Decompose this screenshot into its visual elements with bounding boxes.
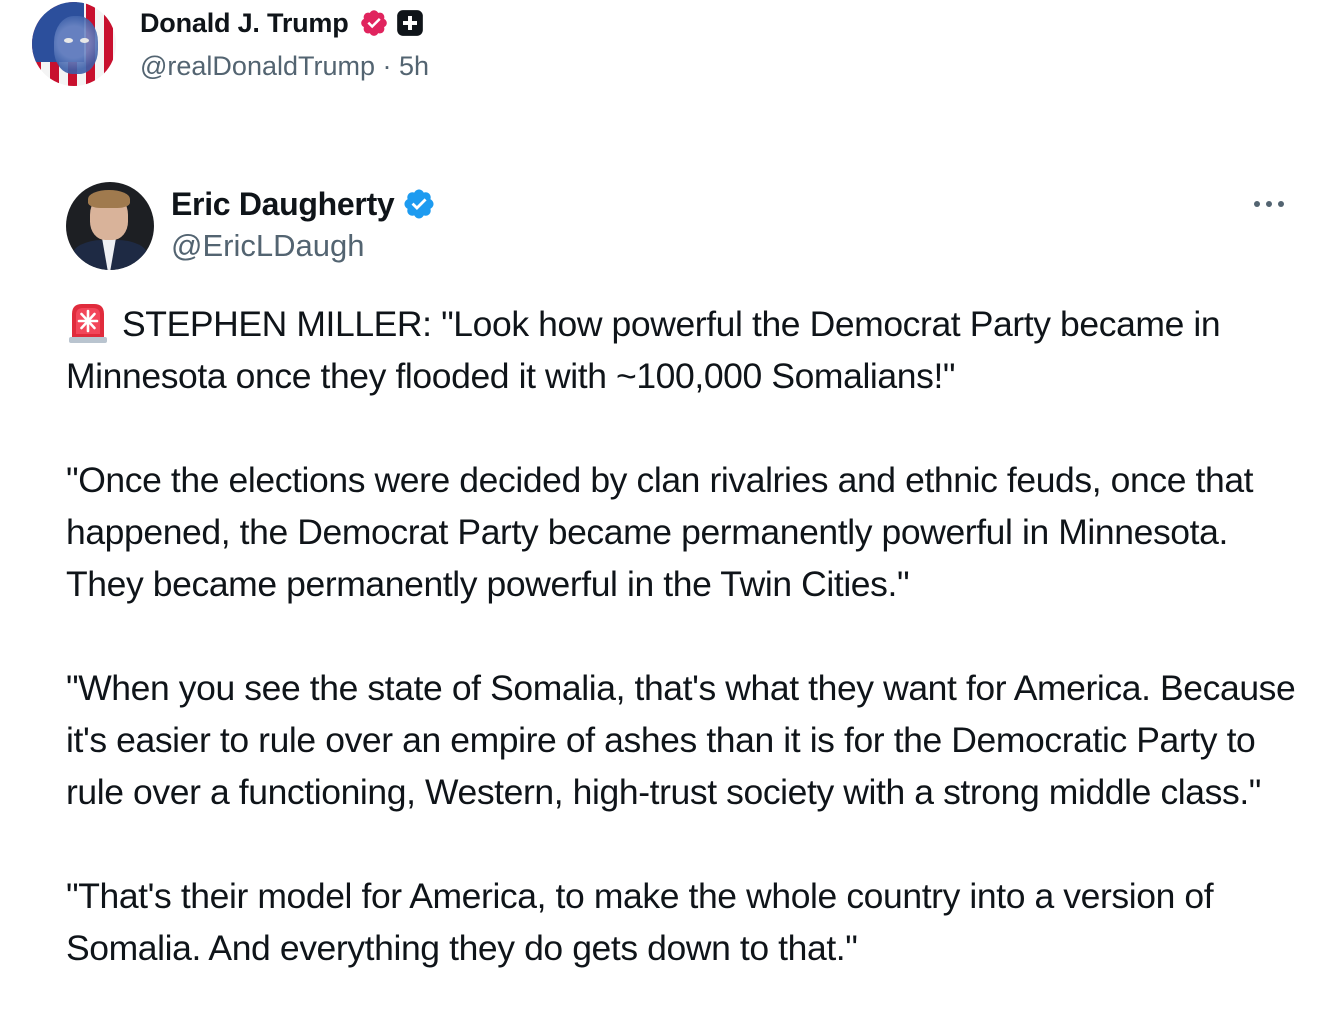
- quoted-author-handle[interactable]: @EricLDaugh: [171, 228, 436, 264]
- meta-separator: ·: [382, 51, 392, 81]
- more-options-icon[interactable]: [1252, 194, 1286, 214]
- post-time[interactable]: 5h: [399, 51, 429, 81]
- author-name[interactable]: Donald J. Trump: [140, 8, 349, 39]
- quoted-post[interactable]: Eric Daugherty @EricLDaugh STEPHEN MILLE…: [66, 182, 1306, 1026]
- author-handle[interactable]: @realDonaldTrump: [140, 51, 375, 81]
- verified-blue-badge-icon[interactable]: [402, 187, 436, 221]
- avatar-eye-right: [80, 38, 89, 43]
- quoted-author-name[interactable]: Eric Daugherty: [171, 186, 395, 223]
- quoted-name-row: Eric Daugherty: [171, 182, 436, 226]
- author-meta: Donald J. Trump @realDonaldTrump · 5h: [140, 2, 429, 82]
- verified-pink-badge-icon[interactable]: [359, 8, 389, 38]
- post-paragraph: "When you see the state of Somalia, that…: [66, 668, 1296, 812]
- post-paragraph: "Once the elections were decided by clan…: [66, 460, 1254, 604]
- avatar[interactable]: [32, 2, 116, 86]
- avatar-hair: [88, 190, 130, 208]
- quoted-post-text: STEPHEN MILLER: "Look how powerful the D…: [66, 298, 1306, 974]
- quoted-post-header: Eric Daugherty @EricLDaugh: [66, 182, 1306, 274]
- quoted-avatar[interactable]: [66, 182, 154, 270]
- post-paragraph: STEPHEN MILLER: "Look how powerful the D…: [66, 298, 1306, 402]
- avatar-eye-left: [64, 38, 73, 43]
- plus-square-badge-icon[interactable]: [396, 9, 424, 37]
- post-header: Donald J. Trump @realDonaldTrump · 5h: [32, 2, 429, 92]
- paragraph-text: STEPHEN MILLER: "Look how powerful the D…: [66, 304, 1221, 396]
- author-handle-row: @realDonaldTrump · 5h: [140, 51, 429, 82]
- author-name-row: Donald J. Trump: [140, 5, 429, 41]
- quoted-author-meta: Eric Daugherty @EricLDaugh: [171, 182, 436, 264]
- post-paragraph: "That's their model for America, to make…: [66, 876, 1214, 968]
- police-siren-icon: [69, 304, 107, 343]
- avatar-face: [54, 16, 98, 74]
